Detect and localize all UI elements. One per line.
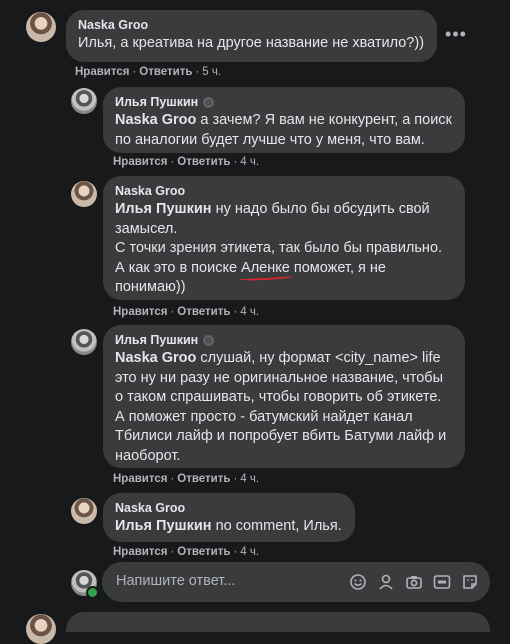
reply-button[interactable]: Ответить xyxy=(177,156,230,168)
comment-text: Илья Пушкин ну надо было бы обсудить сво… xyxy=(115,201,443,295)
next-comment-bubble xyxy=(66,612,490,632)
emoji-icon[interactable] xyxy=(349,573,367,591)
verified-badge-icon xyxy=(203,334,215,346)
avatar-ilya-pushkin[interactable] xyxy=(71,329,97,355)
avatar-naska-groo[interactable] xyxy=(71,498,97,524)
reply-box xyxy=(102,562,490,602)
mention-link[interactable]: Илья Пушкин xyxy=(115,518,212,534)
underlined-word: Аленке xyxy=(241,259,290,276)
comment-text: Naska Groo а зачем? Я вам не конкурент, … xyxy=(115,112,452,148)
avatar-naska-groo[interactable] xyxy=(26,12,56,42)
comment-author[interactable]: Илья Пушкин xyxy=(115,94,198,110)
reply-button[interactable]: Ответить xyxy=(177,306,230,318)
sticker-icon[interactable] xyxy=(461,573,479,591)
gif-icon[interactable] xyxy=(433,573,451,591)
avatar-next-comment[interactable] xyxy=(26,614,56,644)
comment-author[interactable]: Naska Groo xyxy=(78,17,148,33)
camera-icon[interactable] xyxy=(405,573,423,591)
comment-actions: Нравится · Ответить · 5 ч. xyxy=(75,66,222,78)
mention-link[interactable]: Naska Groo xyxy=(115,350,196,366)
avatar-sticker-icon[interactable] xyxy=(377,573,395,591)
verified-badge-icon xyxy=(203,96,215,108)
online-status-indicator xyxy=(86,586,99,599)
comment-bubble: Naska Groo Илья Пушкин ну надо было бы о… xyxy=(103,176,465,300)
more-options-icon[interactable]: ••• xyxy=(443,25,469,47)
comment-time[interactable]: 4 ч. xyxy=(240,156,259,168)
comment-text: Илья, а креатива на другое название не х… xyxy=(78,35,425,51)
comment-author[interactable]: Naska Groo xyxy=(115,183,185,199)
like-button[interactable]: Нравится xyxy=(113,156,167,168)
avatar-ilya-pushkin[interactable] xyxy=(71,88,97,114)
reply-button[interactable]: Ответить xyxy=(177,546,230,558)
comment-text: Илья Пушкин no comment, Илья. xyxy=(115,518,342,534)
reply-button[interactable]: Ответить xyxy=(139,66,192,78)
comment-bubble: Илья Пушкин Naska Groo слушай, ну формат… xyxy=(103,325,465,468)
comment-actions: Нравится · Ответить · 4 ч. xyxy=(113,156,260,168)
avatar-naska-groo[interactable] xyxy=(71,181,97,207)
comment-bubble: Naska Groo Илья, а креатива на другое на… xyxy=(66,10,437,62)
mention-link[interactable]: Naska Groo xyxy=(115,112,196,128)
comment-bubble: Илья Пушкин Naska Groo а зачем? Я вам не… xyxy=(103,87,465,153)
comment-time[interactable]: 4 ч. xyxy=(240,546,259,558)
like-button[interactable]: Нравится xyxy=(75,66,129,78)
like-button[interactable]: Нравится xyxy=(113,473,167,485)
comment-author[interactable]: Илья Пушкин xyxy=(115,332,198,348)
comment-actions: Нравится · Ответить · 4 ч. xyxy=(113,546,260,558)
mention-link[interactable]: Илья Пушкин xyxy=(115,201,212,217)
comment-text: Naska Groo слушай, ну формат <city_name>… xyxy=(115,350,447,464)
comment-actions: Нравится · Ответить · 4 ч. xyxy=(113,473,260,485)
comment-actions: Нравится · Ответить · 4 ч. xyxy=(113,306,260,318)
comment-time[interactable]: 4 ч. xyxy=(240,473,259,485)
like-button[interactable]: Нравится xyxy=(113,546,167,558)
comment-time[interactable]: 5 ч. xyxy=(202,66,221,78)
comment-author[interactable]: Naska Groo xyxy=(115,500,185,516)
reply-input[interactable] xyxy=(114,572,338,590)
comment-bubble: Naska Groo Илья Пушкин no comment, Илья. xyxy=(103,493,355,542)
reply-button[interactable]: Ответить xyxy=(177,473,230,485)
like-button[interactable]: Нравится xyxy=(113,306,167,318)
comment-time[interactable]: 4 ч. xyxy=(240,306,259,318)
